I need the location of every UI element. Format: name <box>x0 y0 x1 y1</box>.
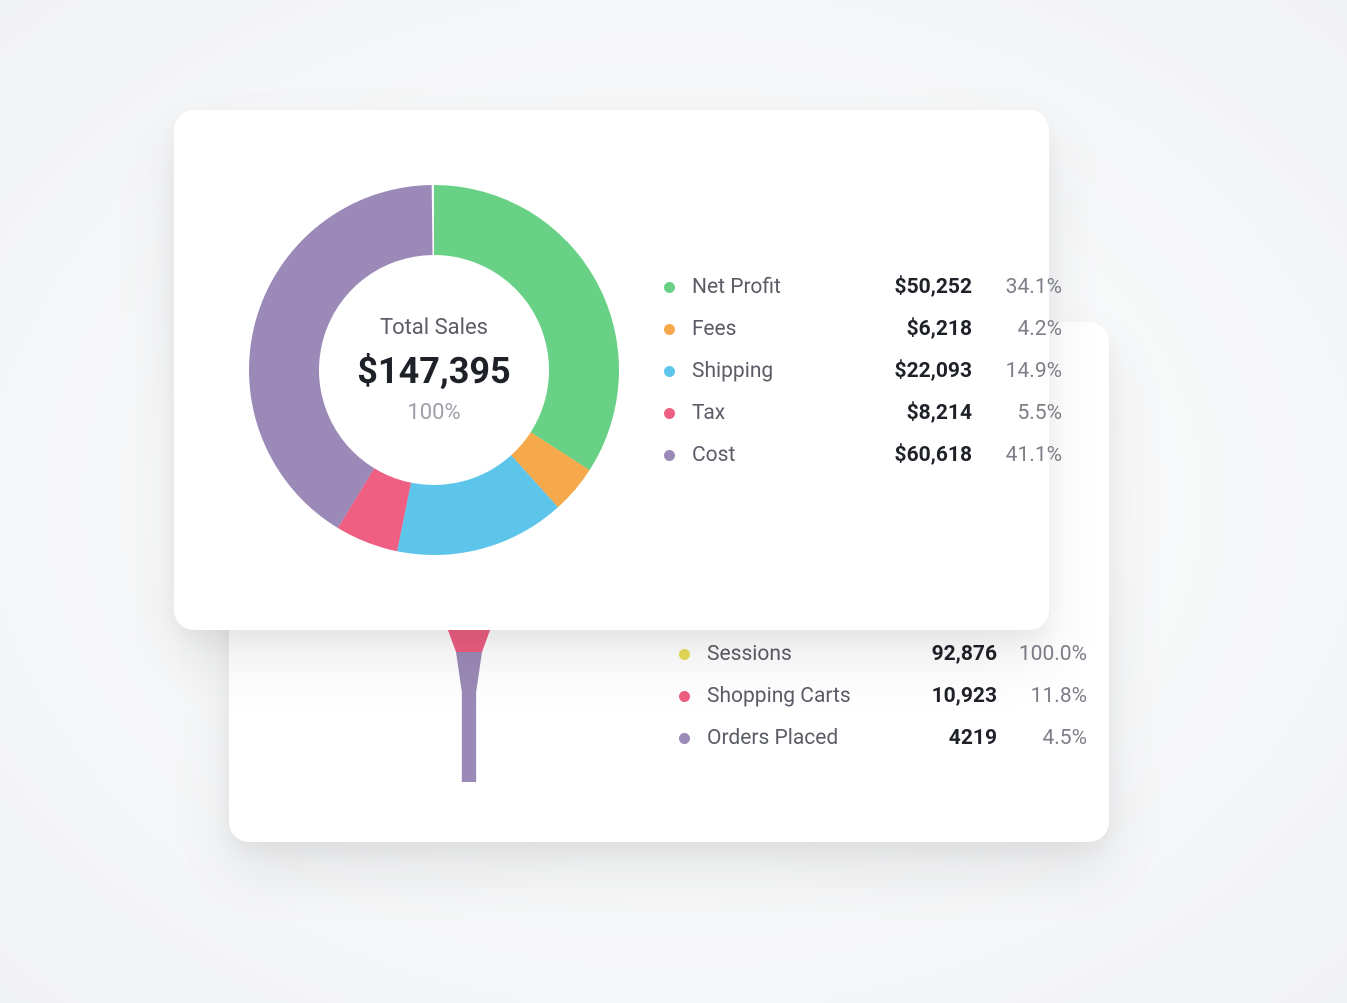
legend-pct: 11.8% <box>1007 684 1087 708</box>
legend-label: Net Profit <box>692 275 852 299</box>
legend-value: $50,252 <box>862 275 972 299</box>
legend-row: Sessions 92,876 100.0% <box>679 642 1087 666</box>
donut-center-pct: 100% <box>324 400 544 425</box>
legend-pct: 4.2% <box>982 317 1062 341</box>
legend-value: $8,214 <box>862 401 972 425</box>
funnel-stem <box>462 692 476 782</box>
donut-legend: Net Profit $50,252 34.1% Fees $6,218 4.2% Ship… <box>634 255 1062 485</box>
legend-row: Tax $8,214 5.5% <box>664 401 1062 425</box>
legend-dot-icon <box>679 691 690 702</box>
legend-pct: 4.5% <box>1007 726 1087 750</box>
legend-pct: 5.5% <box>982 401 1062 425</box>
legend-pct: 100.0% <box>1007 642 1087 666</box>
legend-dot-icon <box>679 649 690 660</box>
legend-pct: 14.9% <box>982 359 1062 383</box>
legend-value: 4219 <box>907 726 997 750</box>
legend-row: Fees $6,218 4.2% <box>664 317 1062 341</box>
legend-row: Shopping Carts 10,923 11.8% <box>679 684 1087 708</box>
legend-row: Shipping $22,093 14.9% <box>664 359 1062 383</box>
legend-row: Cost $60,618 41.1% <box>664 443 1062 467</box>
donut-chart: Total Sales $147,395 100% <box>234 170 634 570</box>
legend-row: Net Profit $50,252 34.1% <box>664 275 1062 299</box>
funnel-segment <box>456 652 482 692</box>
legend-value: $60,618 <box>862 443 972 467</box>
legend-label: Shopping Carts <box>707 684 897 708</box>
legend-label: Orders Placed <box>707 726 897 750</box>
legend-dot-icon <box>664 450 675 461</box>
legend-row: Orders Placed 4219 4.5% <box>679 726 1087 750</box>
donut-center-value: $147,395 <box>324 350 544 392</box>
legend-dot-icon <box>664 282 675 293</box>
legend-dot-icon <box>664 324 675 335</box>
legend-dot-icon <box>664 366 675 377</box>
legend-value: 92,876 <box>907 642 997 666</box>
donut-center-label: Total Sales <box>324 315 544 340</box>
legend-label: Sessions <box>707 642 897 666</box>
legend-pct: 34.1% <box>982 275 1062 299</box>
donut-center: Total Sales $147,395 100% <box>324 315 544 425</box>
legend-label: Tax <box>692 401 852 425</box>
legend-dot-icon <box>664 408 675 419</box>
legend-value: 10,923 <box>907 684 997 708</box>
sales-donut-card: Total Sales $147,395 100% Net Profit $50,… <box>174 110 1049 630</box>
legend-label: Shipping <box>692 359 852 383</box>
legend-label: Cost <box>692 443 852 467</box>
legend-dot-icon <box>679 733 690 744</box>
legend-pct: 41.1% <box>982 443 1062 467</box>
legend-value: $6,218 <box>862 317 972 341</box>
legend-label: Fees <box>692 317 852 341</box>
legend-value: $22,093 <box>862 359 972 383</box>
